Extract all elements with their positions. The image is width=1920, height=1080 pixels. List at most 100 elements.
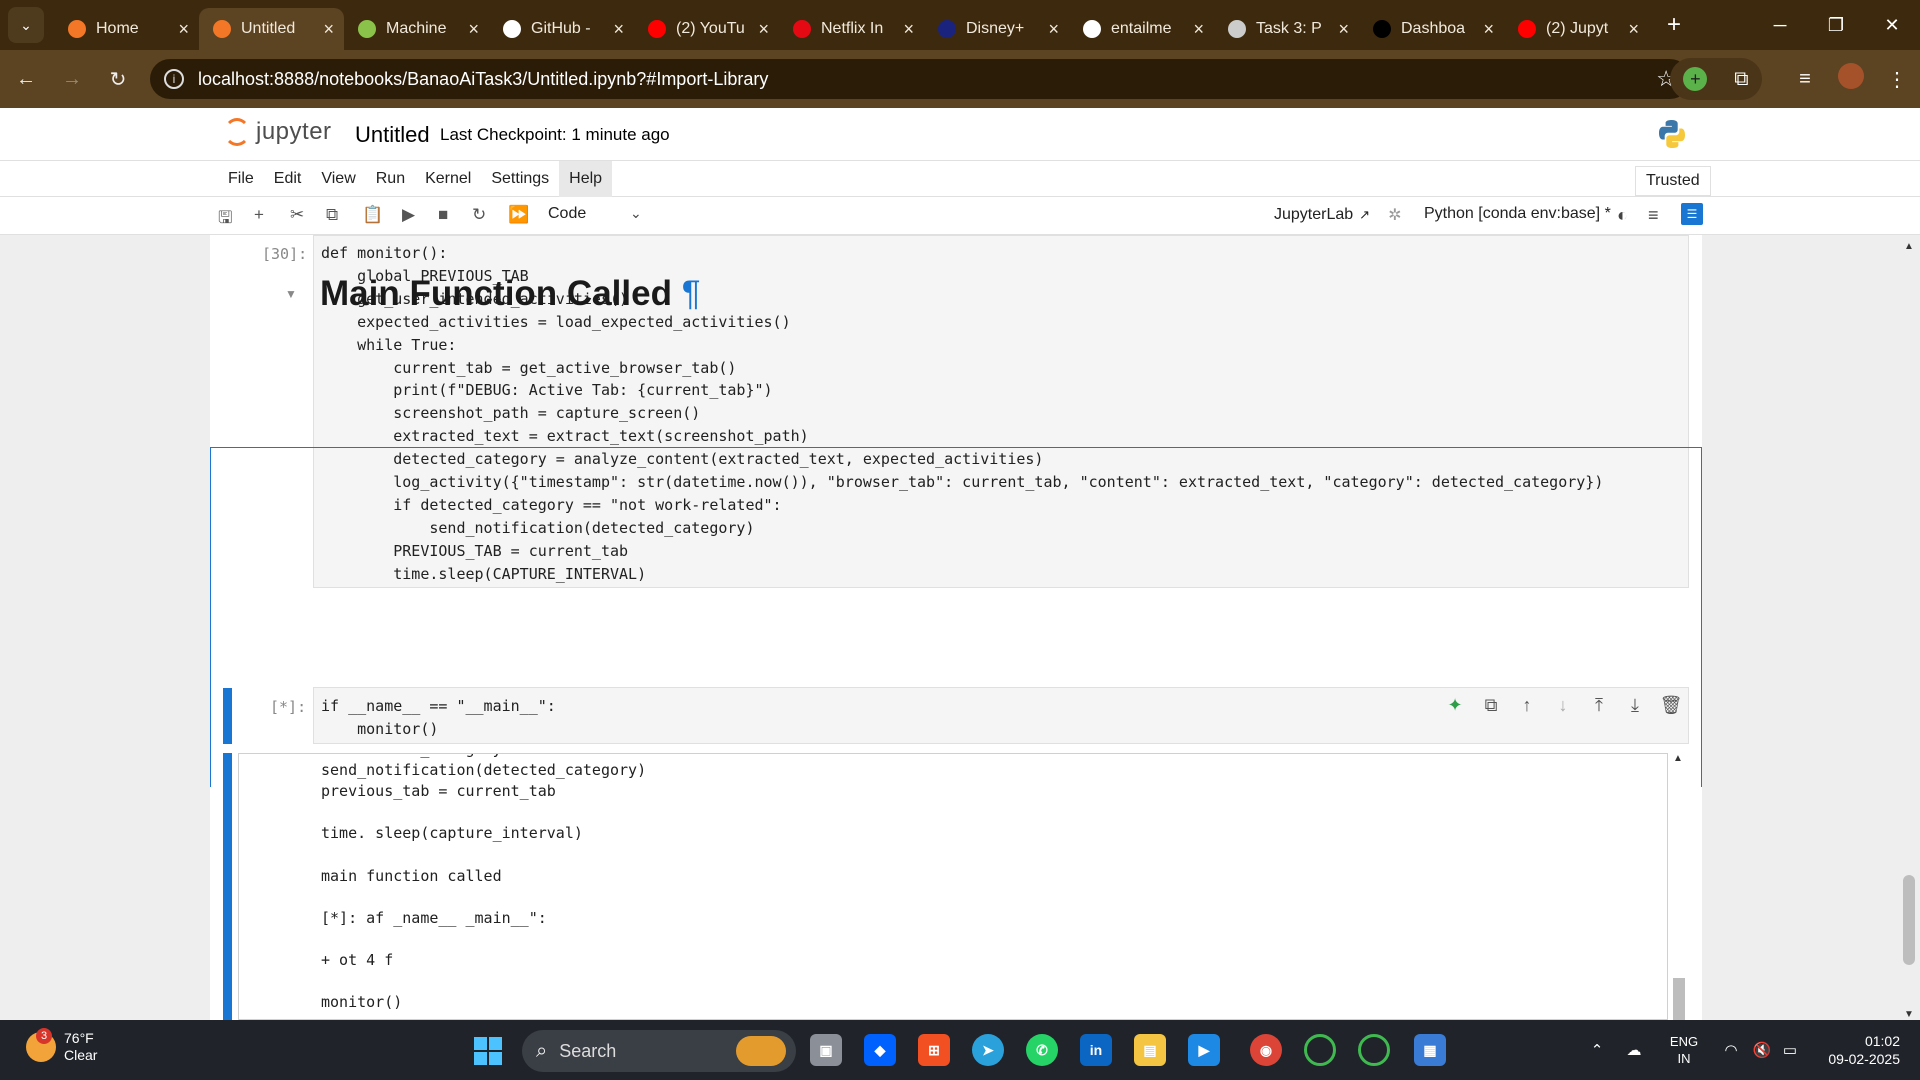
add-cell-icon[interactable]: + xyxy=(254,205,264,225)
scroll-up-icon[interactable]: ▲ xyxy=(1904,241,1914,252)
wifi-icon[interactable]: ◠ xyxy=(1714,1041,1748,1059)
output-collapser[interactable] xyxy=(223,753,232,1020)
loading-circle-icon[interactable] xyxy=(1358,1034,1390,1066)
browser-tab[interactable]: Dashboa × xyxy=(1359,8,1504,50)
scroll-down-icon[interactable]: ▼ xyxy=(1904,1009,1914,1020)
page-scrollbar[interactable]: ▲ ▼ xyxy=(1898,235,1920,1020)
cell-type-select[interactable]: Code ⌄ xyxy=(548,205,648,223)
debug-bug-icon[interactable]: ✲ xyxy=(1388,205,1401,225)
scroll-thumb[interactable] xyxy=(1903,875,1915,965)
browser-tab[interactable]: Home × xyxy=(54,8,199,50)
profile-avatar[interactable] xyxy=(1828,63,1874,95)
more-menu-icon[interactable]: ⋮ xyxy=(1874,67,1920,92)
browser-tab[interactable]: GitHub - × xyxy=(489,8,634,50)
menu-settings[interactable]: Settings xyxy=(481,161,559,197)
whatsapp-icon[interactable]: ✆ xyxy=(1026,1034,1058,1066)
tray-chevron-up-icon[interactable]: ⌃ xyxy=(1580,1041,1614,1059)
scroll-up-icon[interactable]: ▲ xyxy=(1673,753,1683,764)
system-clock[interactable]: 01:02 09-02-2025 xyxy=(1810,1032,1900,1068)
move-down-icon[interactable]: ↓ xyxy=(1545,695,1581,716)
weather-widget[interactable]: 3 76°F Clear xyxy=(26,1028,97,1064)
jupyterlab-link[interactable]: JupyterLab ↗ ✲ xyxy=(1274,205,1401,225)
back-button[interactable]: ← xyxy=(6,68,46,91)
close-tab-icon[interactable]: × xyxy=(758,19,769,40)
anchor-link[interactable]: ¶ xyxy=(682,274,701,313)
menu-run[interactable]: Run xyxy=(366,161,415,197)
property-inspector-icon[interactable]: ☰ xyxy=(1681,203,1703,225)
copy-icon[interactable]: ⧉ xyxy=(326,205,338,225)
close-tab-icon[interactable]: × xyxy=(1338,19,1349,40)
fast-forward-icon[interactable]: ⏩ xyxy=(508,205,529,225)
puzzle-icon[interactable]: ⧉ xyxy=(1734,68,1748,91)
close-window-button[interactable]: ✕ xyxy=(1864,0,1920,50)
insert-above-icon[interactable]: ⤒ xyxy=(1581,695,1617,716)
cell-collapser[interactable] xyxy=(223,688,232,744)
browser-tab[interactable]: Netflix In × xyxy=(779,8,924,50)
close-tab-icon[interactable]: × xyxy=(1193,19,1204,40)
browser-tab[interactable]: Untitled × xyxy=(199,8,344,50)
battery-icon[interactable]: ▭ xyxy=(1776,1041,1804,1059)
loading-circle-icon[interactable] xyxy=(1304,1034,1336,1066)
close-tab-icon[interactable]: × xyxy=(1628,19,1639,40)
collapse-triangle-icon[interactable]: ▼ xyxy=(285,287,297,301)
microsoft-store-icon[interactable]: ⊞ xyxy=(918,1034,950,1066)
close-tab-icon[interactable]: × xyxy=(178,19,189,40)
close-tab-icon[interactable]: × xyxy=(1483,19,1494,40)
browser-tab[interactable]: entailme × xyxy=(1069,8,1214,50)
menu-file[interactable]: File xyxy=(218,161,264,197)
browser-tab[interactable]: (2) YouTu × xyxy=(634,8,779,50)
ai-sparkle-icon[interactable]: ✦ xyxy=(1437,695,1473,716)
move-up-icon[interactable]: ↑ xyxy=(1509,695,1545,716)
speaker-muted-icon[interactable]: 🔇 xyxy=(1748,1041,1776,1059)
restart-icon[interactable]: ↻ xyxy=(472,205,486,225)
run-icon[interactable]: ▶ xyxy=(402,205,415,225)
linkedin-icon[interactable]: in xyxy=(1080,1034,1112,1066)
url-input[interactable]: i localhost:8888/notebooks/BanaoAiTask3/… xyxy=(150,59,1690,99)
close-tab-icon[interactable]: × xyxy=(903,19,914,40)
forward-button[interactable]: → xyxy=(52,68,92,91)
close-tab-icon[interactable]: × xyxy=(468,19,479,40)
duplicate-cell-icon[interactable]: ⧉ xyxy=(1473,695,1509,716)
telegram-icon[interactable]: ➤ xyxy=(972,1034,1004,1066)
browser-tab[interactable]: Disney+ × xyxy=(924,8,1069,50)
menu-lines-icon[interactable]: ≡ xyxy=(1648,205,1659,226)
cut-icon[interactable]: ✂ xyxy=(290,205,304,225)
menu-view[interactable]: View xyxy=(311,161,365,197)
onedrive-cloud-icon[interactable]: ☁ xyxy=(1614,1041,1654,1059)
save-icon[interactable]: 🖫 xyxy=(218,205,232,234)
browser-tab[interactable]: Machine × xyxy=(344,8,489,50)
output-scrollbar[interactable]: ▲ xyxy=(1670,753,1688,1020)
close-tab-icon[interactable]: × xyxy=(323,19,334,40)
reload-button[interactable]: ↻ xyxy=(98,67,138,92)
menu-kernel[interactable]: Kernel xyxy=(415,161,481,197)
media-controls-icon[interactable]: ≡ xyxy=(1782,68,1828,91)
extension-plus-icon[interactable]: + xyxy=(1683,67,1708,91)
language-indicator[interactable]: ENG IN xyxy=(1654,1033,1714,1067)
minimize-button[interactable]: ─ xyxy=(1752,0,1808,50)
stop-icon[interactable]: ■ xyxy=(438,205,448,225)
insert-below-icon[interactable]: ⤓ xyxy=(1617,695,1653,716)
site-info-icon[interactable]: i xyxy=(164,69,184,89)
new-tab-button[interactable]: + xyxy=(1667,11,1681,39)
paste-icon[interactable]: 📋 xyxy=(362,205,383,225)
browser-tab[interactable]: Task 3: P × xyxy=(1214,8,1359,50)
delete-cell-icon[interactable]: 🗑 xyxy=(1653,695,1689,716)
windows-start-icon[interactable] xyxy=(474,1037,502,1065)
tab-search-button[interactable]: ⌄ xyxy=(8,7,44,43)
file-explorer-icon[interactable]: ▤ xyxy=(1134,1034,1166,1066)
browser-tab[interactable]: (2) Jupyt × xyxy=(1504,8,1649,50)
close-tab-icon[interactable]: × xyxy=(1048,19,1059,40)
jupyter-logo[interactable]: jupyter xyxy=(224,118,332,146)
dropbox-icon[interactable]: ◆ xyxy=(864,1034,896,1066)
video-app-icon[interactable]: ▶ xyxy=(1188,1034,1220,1066)
kernel-name[interactable]: Python [conda env:base] * xyxy=(1424,205,1611,223)
chrome-icon[interactable]: ◉ xyxy=(1250,1034,1282,1066)
notebook-title[interactable]: Untitled xyxy=(355,122,430,148)
restore-button[interactable]: ❐ xyxy=(1808,0,1864,50)
scroll-thumb[interactable] xyxy=(1673,978,1685,1020)
notepad-icon[interactable]: ▦ xyxy=(1414,1034,1446,1066)
menu-help[interactable]: Help xyxy=(559,161,613,197)
taskbar-search[interactable]: ⌕ Search xyxy=(522,1030,796,1072)
menu-edit[interactable]: Edit xyxy=(264,161,312,197)
task-view-icon[interactable]: ▣ xyxy=(810,1034,842,1066)
